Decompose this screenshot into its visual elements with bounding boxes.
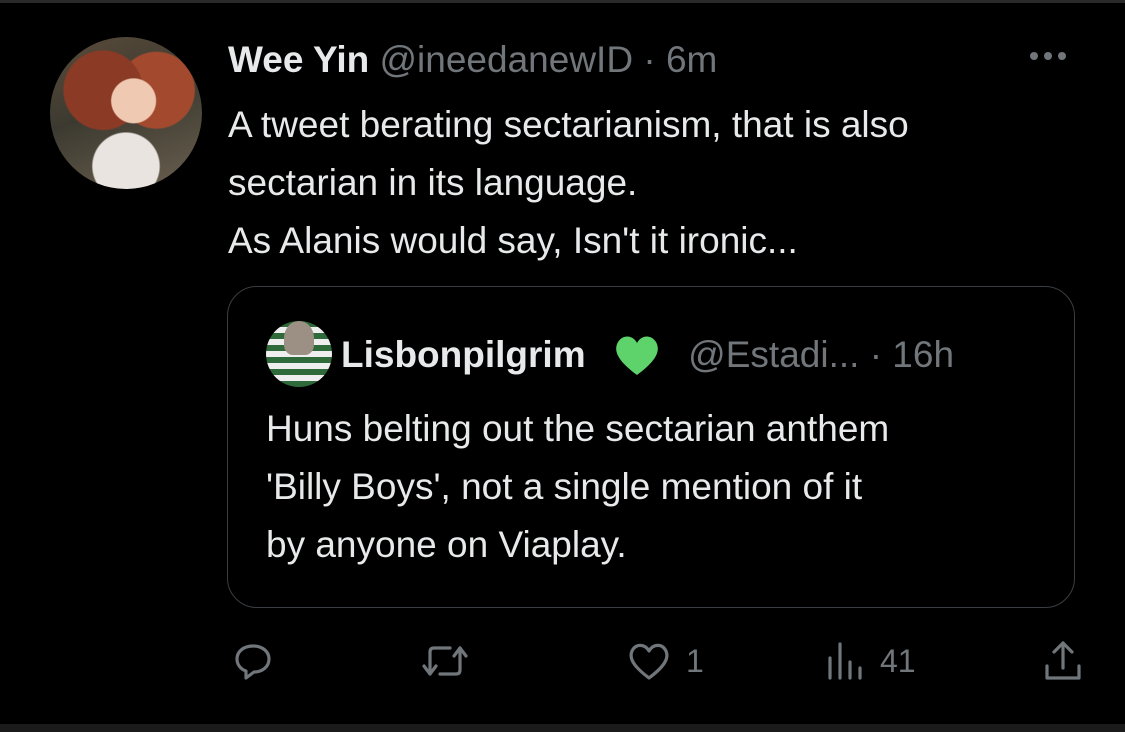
like-count: 1 [686,642,704,679]
view-count: 41 [880,642,916,679]
bottom-divider [0,724,1125,732]
separator-dot: · [643,39,656,80]
quoted-tweet-card[interactable]: Lisbonpilgrim @Estadi... · 16h Huns belt… [227,286,1075,608]
quoted-text-line: 'Billy Boys', not a single mention of it [266,466,863,507]
quoted-author-handle[interactable]: @Estadi... [688,334,859,375]
top-divider [0,0,1125,3]
quoted-text-line: by anyone on Viaplay. [266,524,627,565]
author-avatar[interactable] [50,37,202,189]
quoted-author-name[interactable]: Lisbonpilgrim [341,334,586,375]
share-icon [1045,641,1081,680]
tweet-time[interactable]: 6m [666,39,717,80]
retweet-icon [422,646,468,676]
tweet-text: A tweet berating sectarianism, that is a… [228,96,1098,270]
quoted-tweet-time[interactable]: 16h [892,334,954,375]
like-button[interactable]: 1 [626,636,704,686]
tweet-text-line: As Alanis would say, Isn't it ironic... [228,220,798,261]
quoted-author-avatar[interactable] [266,321,332,387]
author-name[interactable]: Wee Yin [228,39,369,80]
author-handle[interactable]: @ineedanewID [380,39,634,80]
more-options-icon[interactable] [1030,44,1076,68]
tweet-text-line: sectarian in its language. [228,162,638,203]
quoted-text-line: Huns belting out the sectarian anthem [266,408,890,449]
share-button[interactable] [1042,636,1084,686]
quoted-tweet-header: Lisbonpilgrim @Estadi... · 16h [341,333,954,377]
reply-icon [235,644,271,680]
views-button[interactable]: 41 [826,636,916,686]
action-bar: 1 41 [0,636,1125,686]
retweet-button[interactable] [420,636,470,686]
green-heart-icon [612,333,662,377]
quoted-tweet-text: Huns belting out the sectarian anthem 'B… [266,400,1066,574]
heart-icon [629,643,669,680]
tweet-text-line: A tweet berating sectarianism, that is a… [228,104,909,145]
views-icon [828,642,862,680]
tweet-header: Wee Yin @ineedanewID · 6m [228,38,717,82]
reply-button[interactable] [232,636,274,686]
separator-dot: · [869,334,883,375]
